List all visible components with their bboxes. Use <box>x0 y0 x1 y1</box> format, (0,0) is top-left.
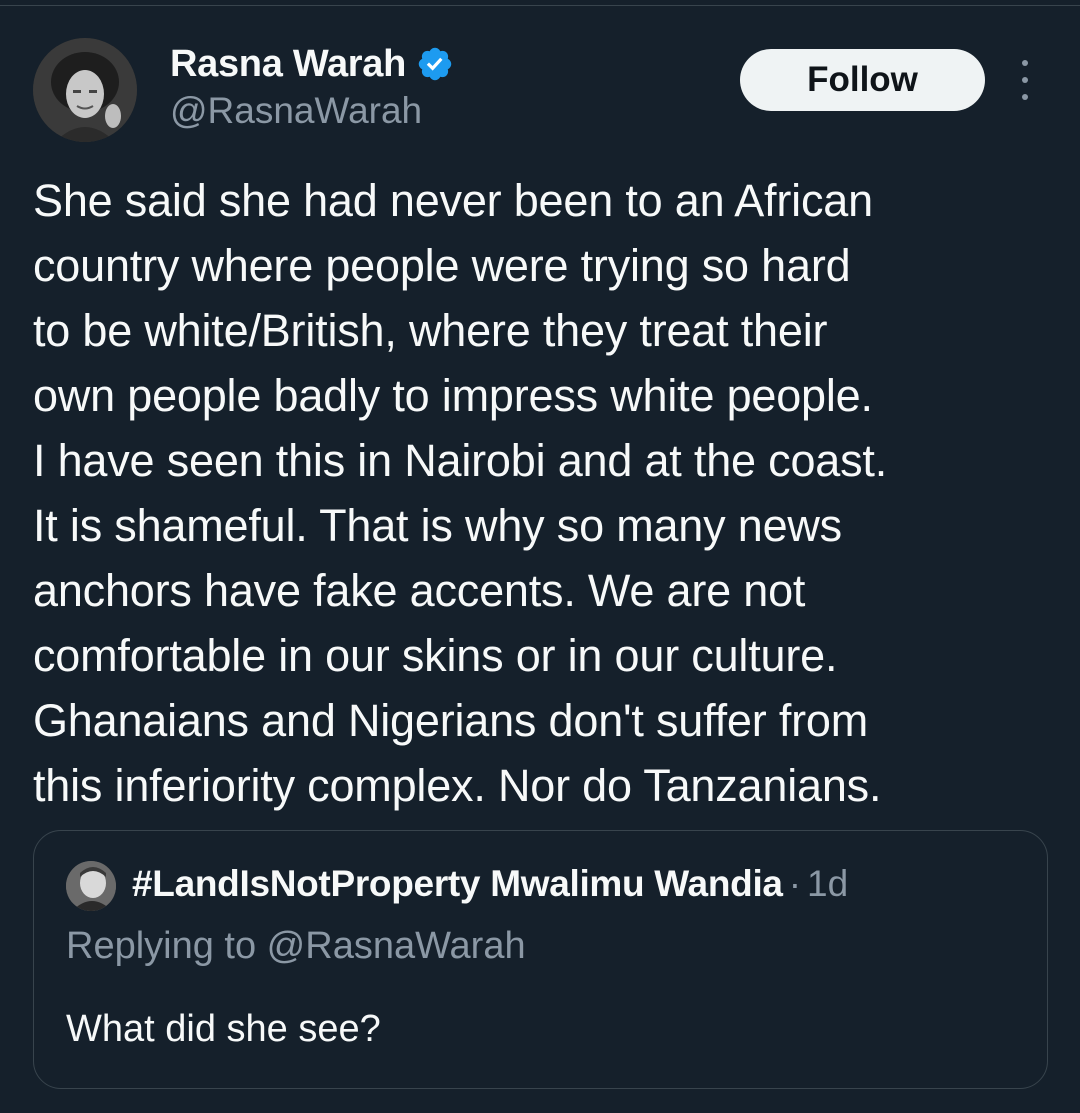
more-dot <box>1022 60 1028 66</box>
author-handle[interactable]: @RasnaWarah <box>170 90 454 132</box>
author-display-name[interactable]: Rasna Warah <box>170 43 406 86</box>
replying-to-handle[interactable]: @RasnaWarah <box>267 925 526 967</box>
more-options-icon[interactable] <box>1008 60 1042 100</box>
author-info: Rasna Warah @RasnaWarah <box>170 40 454 132</box>
more-dot <box>1022 77 1028 83</box>
quoted-tweet-card[interactable]: #LandIsNotProperty Mwalimu Wandia · 1d R… <box>33 830 1048 1089</box>
tweet-text: She said she had never been to an Africa… <box>33 175 888 811</box>
replying-to-label: Replying to <box>66 925 267 967</box>
quote-avatar-image <box>66 861 116 911</box>
author-avatar[interactable] <box>33 38 137 142</box>
quote-author-name[interactable]: #LandIsNotProperty Mwalimu Wandia <box>132 863 783 905</box>
follow-button[interactable]: Follow <box>740 49 985 111</box>
quote-text: What did she see? <box>66 1008 381 1050</box>
quote-timestamp[interactable]: 1d <box>807 863 848 905</box>
more-dot <box>1022 94 1028 100</box>
quote-separator: · <box>788 863 802 904</box>
quote-author-avatar[interactable] <box>66 861 116 911</box>
quote-header: #LandIsNotProperty Mwalimu Wandia · 1d <box>132 863 848 905</box>
author-avatar-image <box>33 38 137 142</box>
top-divider <box>0 0 1080 6</box>
verified-badge-icon <box>416 45 454 83</box>
replying-to-line: Replying to @RasnaWarah <box>66 925 526 968</box>
